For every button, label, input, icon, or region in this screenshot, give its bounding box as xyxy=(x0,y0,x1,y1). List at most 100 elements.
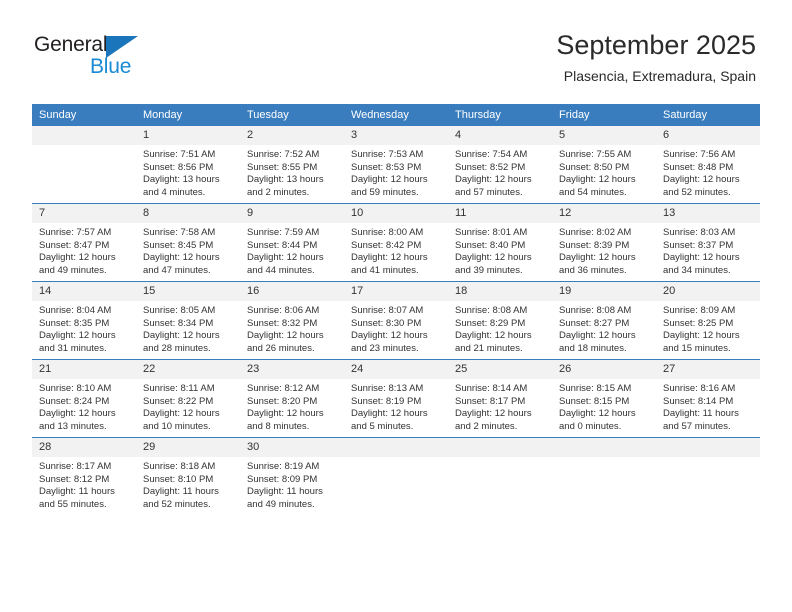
day-sunset-text: Sunset: 8:25 PM xyxy=(663,317,734,329)
day-details: Sunrise: 8:18 AM Sunset: 8:10 PM Daylight:… xyxy=(136,457,240,511)
day-daylight-1-text: Daylight: 11 hours xyxy=(39,486,115,498)
day-number: 24 xyxy=(344,360,448,379)
day-daylight-2-text: and 55 minutes. xyxy=(39,498,107,510)
day-daylight-2-text: and 10 minutes. xyxy=(143,420,211,432)
day-sunrise-text: Sunrise: 8:05 AM xyxy=(143,305,216,316)
day-details: Sunrise: 8:10 AM Sunset: 8:24 PM Daylight:… xyxy=(32,379,136,433)
calendar-day-cell[interactable]: 21 Sunrise: 8:10 AM Sunset: 8:24 PM Dayligh… xyxy=(32,359,136,438)
day-daylight-2-text: and 0 minutes. xyxy=(559,420,622,432)
calendar-day-cell[interactable]: 25 Sunrise: 8:14 AM Sunset: 8:17 PM Dayligh… xyxy=(448,359,552,438)
day-number: 7 xyxy=(32,204,136,223)
day-daylight-2-text: and 41 minutes. xyxy=(351,264,419,276)
day-details: Sunrise: 8:08 AM Sunset: 8:27 PM Daylight:… xyxy=(552,301,656,355)
day-sunset-text: Sunset: 8:27 PM xyxy=(559,317,630,329)
calendar-week-row: 14 Sunrise: 8:04 AM Sunset: 8:35 PM Dayligh… xyxy=(32,281,760,360)
calendar-day-cell[interactable]: 16 Sunrise: 8:06 AM Sunset: 8:32 PM Dayligh… xyxy=(240,281,344,360)
day-daylight-2-text: and 36 minutes. xyxy=(559,264,627,276)
day-number: 26 xyxy=(552,360,656,379)
calendar-day-cell[interactable]: 3 Sunrise: 7:53 AM Sunset: 8:53 PM Daylight… xyxy=(344,126,448,204)
day-sunset-text: Sunset: 8:12 PM xyxy=(39,473,110,485)
day-sunrise-text: Sunrise: 8:15 AM xyxy=(559,383,632,394)
day-daylight-1-text: Daylight: 12 hours xyxy=(247,408,324,420)
title-block: September 2025 Plasencia, Extremadura, S… xyxy=(556,28,756,86)
day-details: Sunrise: 8:01 AM Sunset: 8:40 PM Daylight:… xyxy=(448,223,552,277)
day-daylight-2-text: and 13 minutes. xyxy=(39,420,107,432)
day-details: Sunrise: 8:00 AM Sunset: 8:42 PM Daylight:… xyxy=(344,223,448,277)
calendar-day-cell[interactable]: 11 Sunrise: 8:01 AM Sunset: 8:40 PM Dayligh… xyxy=(448,203,552,282)
calendar-day-cell[interactable]: 29 Sunrise: 8:18 AM Sunset: 8:10 PM Dayligh… xyxy=(136,437,240,515)
calendar-day-cell[interactable]: 27 Sunrise: 8:16 AM Sunset: 8:14 PM Dayligh… xyxy=(656,359,760,438)
page-title: September 2025 xyxy=(556,30,756,60)
calendar-day-cell[interactable]: 9 Sunrise: 7:59 AM Sunset: 8:44 PM Daylight… xyxy=(240,203,344,282)
day-number: 3 xyxy=(344,126,448,145)
day-sunset-text: Sunset: 8:29 PM xyxy=(455,317,526,329)
calendar-day-cell[interactable]: 20 Sunrise: 8:09 AM Sunset: 8:25 PM Dayligh… xyxy=(656,281,760,360)
day-sunset-text: Sunset: 8:50 PM xyxy=(559,161,630,173)
calendar-day-cell[interactable]: 22 Sunrise: 8:11 AM Sunset: 8:22 PM Dayligh… xyxy=(136,359,240,438)
day-details: Sunrise: 8:04 AM Sunset: 8:35 PM Daylight:… xyxy=(32,301,136,355)
day-number: 29 xyxy=(136,438,240,457)
calendar-day-cell[interactable]: 5 Sunrise: 7:55 AM Sunset: 8:50 PM Daylight… xyxy=(552,126,656,204)
day-daylight-2-text: and 8 minutes. xyxy=(247,420,310,432)
day-sunrise-text: Sunrise: 8:08 AM xyxy=(559,305,632,316)
calendar-table: Sunday Monday Tuesday Wednesday Thursday… xyxy=(32,104,760,515)
day-number: 17 xyxy=(344,282,448,301)
calendar-day-cell[interactable]: 17 Sunrise: 8:07 AM Sunset: 8:30 PM Dayligh… xyxy=(344,281,448,360)
calendar-day-cell[interactable]: 19 Sunrise: 8:08 AM Sunset: 8:27 PM Dayligh… xyxy=(552,281,656,360)
calendar-header-row: Sunday Monday Tuesday Wednesday Thursday… xyxy=(32,104,760,126)
day-details: Sunrise: 7:56 AM Sunset: 8:48 PM Daylight:… xyxy=(656,145,760,199)
day-sunrise-text: Sunrise: 7:52 AM xyxy=(247,149,320,160)
day-daylight-2-text: and 49 minutes. xyxy=(247,498,315,510)
day-sunrise-text: Sunrise: 7:56 AM xyxy=(663,149,736,160)
day-sunrise-text: Sunrise: 8:19 AM xyxy=(247,461,320,472)
calendar-day-cell[interactable]: 23 Sunrise: 8:12 AM Sunset: 8:20 PM Dayligh… xyxy=(240,359,344,438)
day-sunrise-text: Sunrise: 8:02 AM xyxy=(559,227,632,238)
calendar-day-cell[interactable]: 14 Sunrise: 8:04 AM Sunset: 8:35 PM Dayligh… xyxy=(32,281,136,360)
day-details: Sunrise: 8:12 AM Sunset: 8:20 PM Daylight:… xyxy=(240,379,344,433)
day-daylight-1-text: Daylight: 12 hours xyxy=(39,408,116,420)
day-number: 5 xyxy=(552,126,656,145)
day-number: 19 xyxy=(552,282,656,301)
day-sunset-text: Sunset: 8:39 PM xyxy=(559,239,630,251)
calendar-day-cell[interactable]: 1 Sunrise: 7:51 AM Sunset: 8:56 PM Daylight… xyxy=(136,126,240,204)
weekday-header-monday: Monday xyxy=(136,104,240,126)
day-sunrise-text: Sunrise: 8:12 AM xyxy=(247,383,320,394)
day-daylight-1-text: Daylight: 11 hours xyxy=(143,486,219,498)
day-daylight-2-text: and 26 minutes. xyxy=(247,342,315,354)
calendar-day-cell[interactable]: 8 Sunrise: 7:58 AM Sunset: 8:45 PM Daylight… xyxy=(136,203,240,282)
calendar-day-cell[interactable]: 13 Sunrise: 8:03 AM Sunset: 8:37 PM Dayligh… xyxy=(656,203,760,282)
calendar-day-cell[interactable]: 4 Sunrise: 7:54 AM Sunset: 8:52 PM Daylight… xyxy=(448,126,552,204)
day-number: 6 xyxy=(656,126,760,145)
day-daylight-2-text: and 5 minutes. xyxy=(351,420,414,432)
day-daylight-2-text: and 52 minutes. xyxy=(143,498,211,510)
day-daylight-2-text: and 28 minutes. xyxy=(143,342,211,354)
day-daylight-1-text: Daylight: 12 hours xyxy=(247,330,324,342)
day-sunset-text: Sunset: 8:48 PM xyxy=(663,161,734,173)
calendar-day-cell[interactable]: 30 Sunrise: 8:19 AM Sunset: 8:09 PM Dayligh… xyxy=(240,437,344,515)
day-sunrise-text: Sunrise: 8:04 AM xyxy=(39,305,112,316)
calendar-day-cell[interactable]: 6 Sunrise: 7:56 AM Sunset: 8:48 PM Daylight… xyxy=(656,126,760,204)
calendar-day-cell[interactable]: 15 Sunrise: 8:05 AM Sunset: 8:34 PM Dayligh… xyxy=(136,281,240,360)
day-number: 8 xyxy=(136,204,240,223)
calendar-day-cell[interactable]: 12 Sunrise: 8:02 AM Sunset: 8:39 PM Dayligh… xyxy=(552,203,656,282)
weekday-header-saturday: Saturday xyxy=(656,104,760,126)
day-sunset-text: Sunset: 8:24 PM xyxy=(39,395,110,407)
day-daylight-2-text: and 15 minutes. xyxy=(663,342,731,354)
calendar-day-cell[interactable]: 10 Sunrise: 8:00 AM Sunset: 8:42 PM Dayligh… xyxy=(344,203,448,282)
calendar-week-row: 7 Sunrise: 7:57 AM Sunset: 8:47 PM Daylight… xyxy=(32,203,760,282)
day-daylight-1-text: Daylight: 12 hours xyxy=(559,174,636,186)
day-daylight-2-text: and 23 minutes. xyxy=(351,342,419,354)
calendar-day-cell[interactable]: 2 Sunrise: 7:52 AM Sunset: 8:55 PM Daylight… xyxy=(240,126,344,204)
calendar-day-cell[interactable]: 18 Sunrise: 8:08 AM Sunset: 8:29 PM Dayligh… xyxy=(448,281,552,360)
generalblue-logo[interactable]: General Blue xyxy=(34,33,214,85)
day-number: 10 xyxy=(344,204,448,223)
day-details: Sunrise: 8:09 AM Sunset: 8:25 PM Daylight:… xyxy=(656,301,760,355)
day-daylight-1-text: Daylight: 12 hours xyxy=(559,252,636,264)
day-daylight-2-text: and 52 minutes. xyxy=(663,186,731,198)
calendar-day-cell[interactable]: 7 Sunrise: 7:57 AM Sunset: 8:47 PM Daylight… xyxy=(32,203,136,282)
calendar-day-cell[interactable]: 24 Sunrise: 8:13 AM Sunset: 8:19 PM Dayligh… xyxy=(344,359,448,438)
day-daylight-1-text: Daylight: 12 hours xyxy=(143,408,220,420)
calendar-day-cell[interactable]: 28 Sunrise: 8:17 AM Sunset: 8:12 PM Dayligh… xyxy=(32,437,136,515)
day-sunrise-text: Sunrise: 8:14 AM xyxy=(455,383,528,394)
calendar-day-cell[interactable]: 26 Sunrise: 8:15 AM Sunset: 8:15 PM Dayligh… xyxy=(552,359,656,438)
